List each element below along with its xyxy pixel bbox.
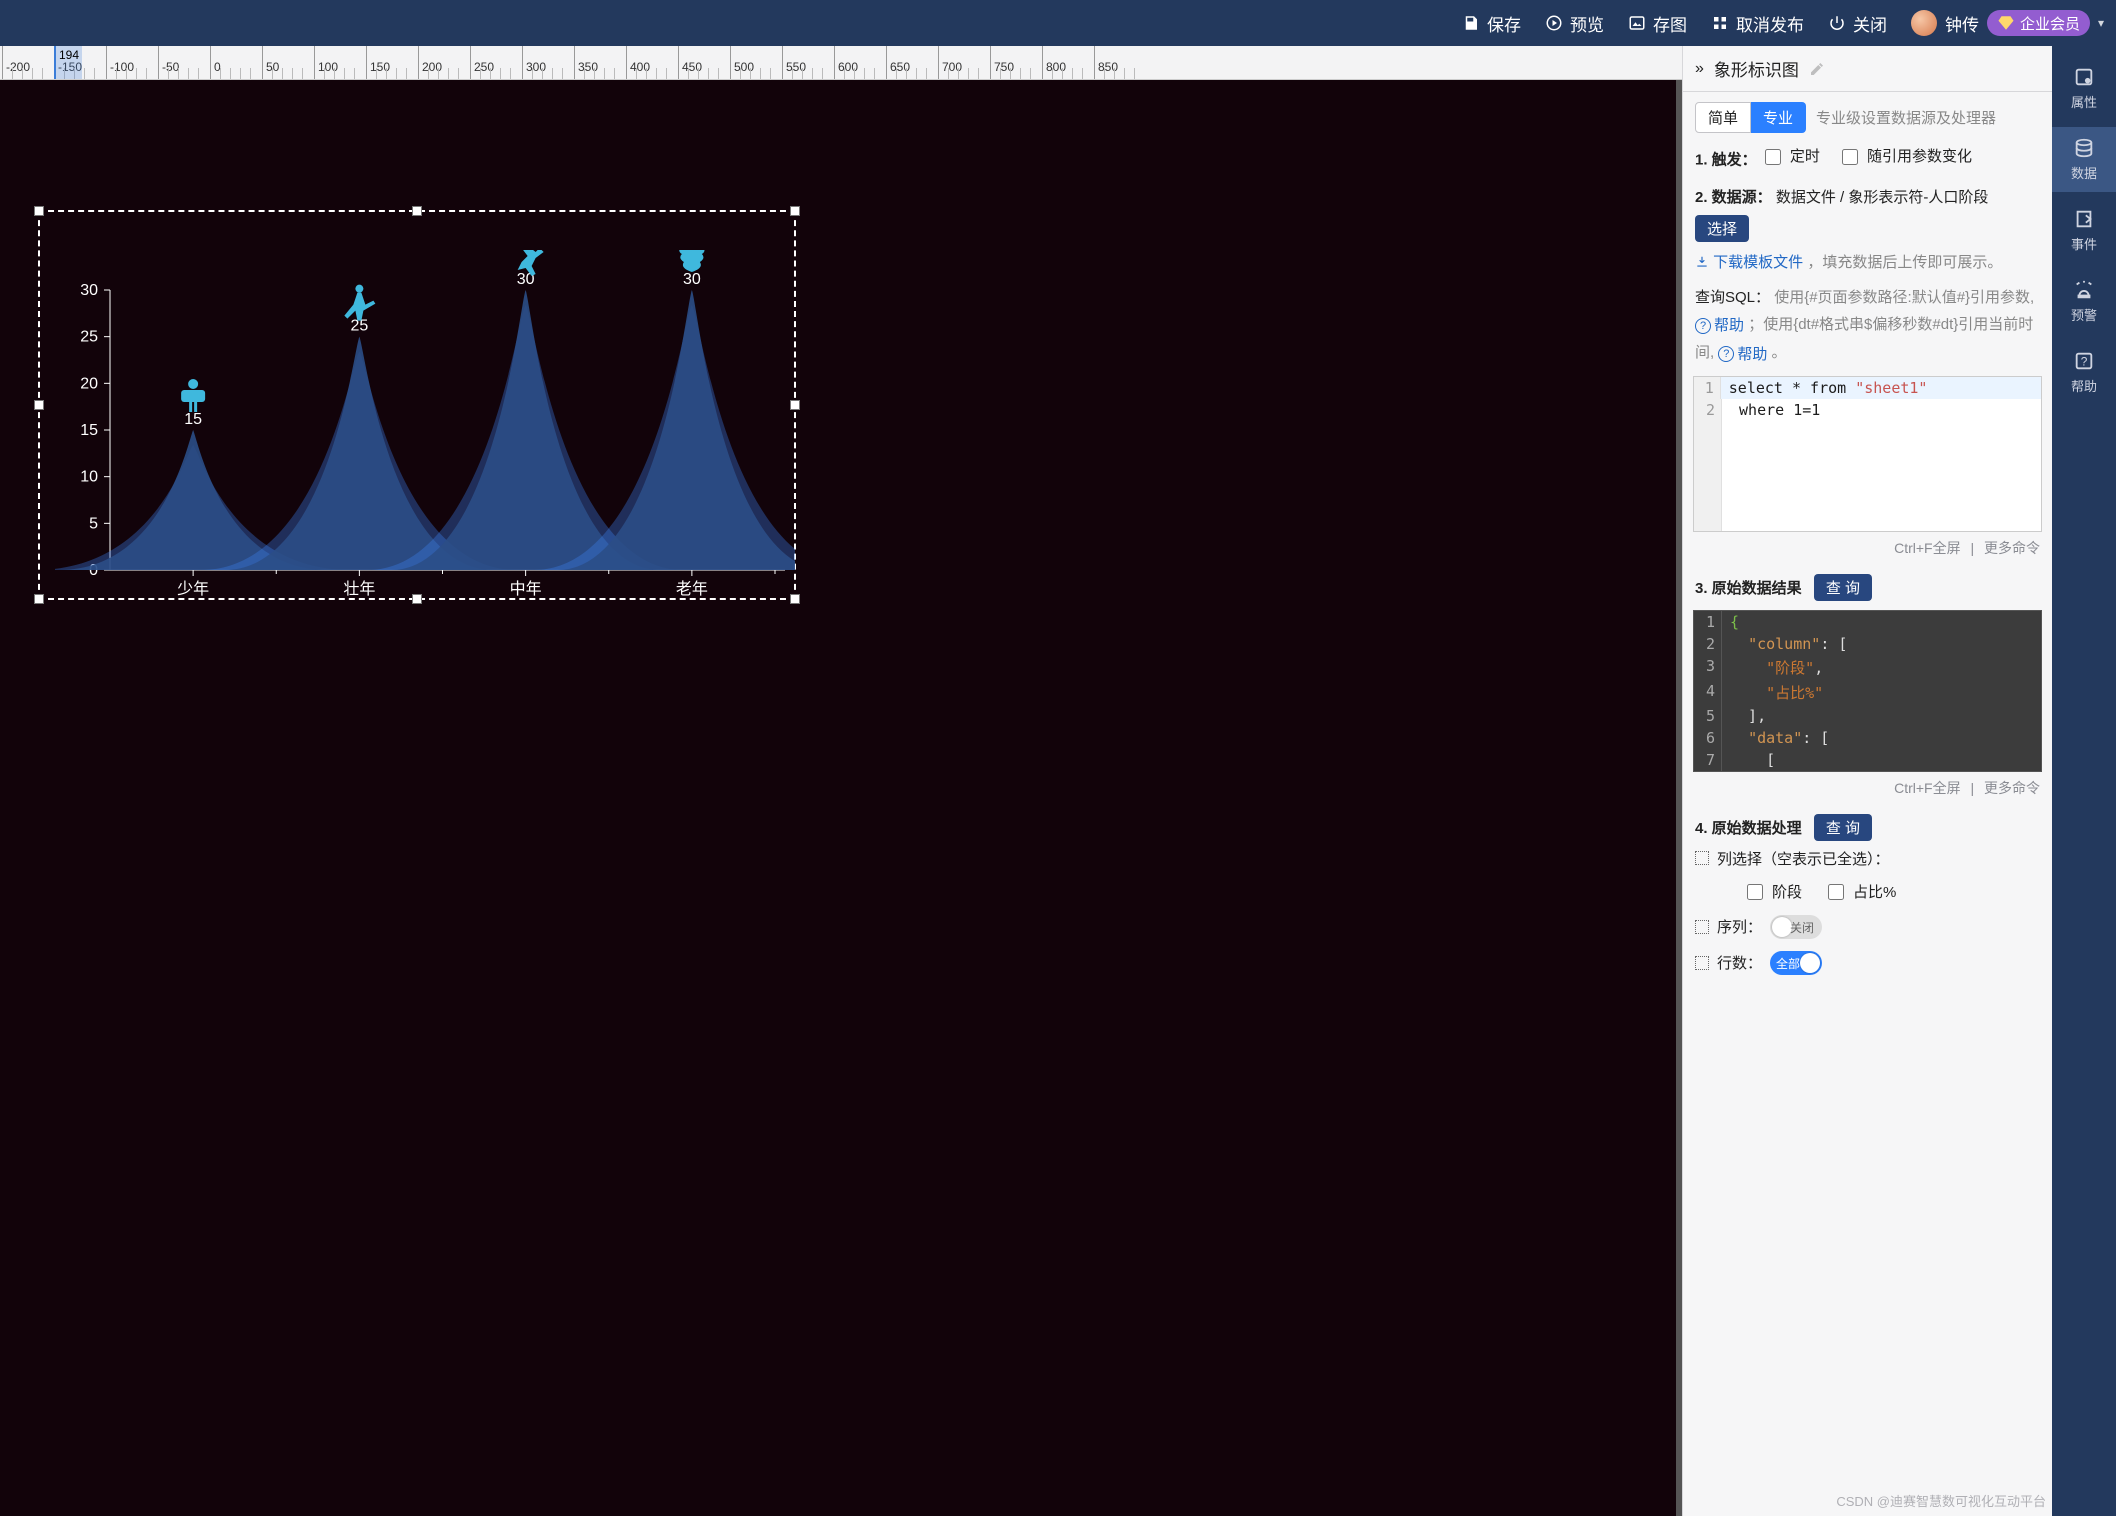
download-template-link[interactable]: 下载模板文件 — [1695, 254, 1807, 271]
side-rail: 属性 数据 事件 预警 ? 帮助 — [2052, 46, 2116, 1516]
preview-icon — [1545, 14, 1563, 32]
svg-text:5: 5 — [89, 515, 98, 532]
fullscreen-hint[interactable]: Ctrl+F全屏 — [1894, 540, 1961, 556]
trigger-param-checkbox[interactable]: 随引用参数变化 — [1838, 143, 1972, 170]
svg-text:15: 15 — [80, 422, 98, 439]
top-toolbar: 保存 预览 存图 取消发布 关闭 钟传 企业会员 ▾ — [0, 0, 2116, 46]
resize-handle-w[interactable] — [34, 400, 44, 410]
section-result: 3. 原始数据结果 查 询 — [1683, 564, 2052, 602]
svg-text:中年: 中年 — [510, 580, 542, 598]
save-label: 保存 — [1487, 11, 1521, 36]
rail-alarm[interactable]: 预警 — [2052, 269, 2116, 334]
preview-label: 预览 — [1570, 11, 1604, 36]
column-select-row: 列选择（空表示已全选）： — [1683, 842, 2052, 875]
resize-handle-ne[interactable] — [790, 206, 800, 216]
grid-icon — [1711, 14, 1729, 32]
unpublish-button[interactable]: 取消发布 — [1711, 11, 1804, 36]
rail-attr[interactable]: 属性 — [2052, 56, 2116, 121]
image-icon — [1628, 14, 1646, 32]
save-button[interactable]: 保存 — [1462, 11, 1521, 36]
user-menu[interactable]: 钟传 企业会员 ▾ — [1911, 10, 2104, 36]
diamond-icon — [1997, 14, 2015, 32]
sql-help-2[interactable]: ?帮助 — [1718, 341, 1767, 368]
sql-editor-actions: Ctrl+F全屏 | 更多命令 — [1683, 532, 2052, 564]
seq-icon — [1695, 920, 1709, 934]
section-process: 4. 原始数据处理 查 询 — [1683, 804, 2052, 842]
username: 钟传 — [1945, 11, 1979, 36]
col-ratio-checkbox[interactable]: 占比% — [1824, 881, 1896, 903]
property-panel: » 象形标识图 简单 专业 专业级设置数据源及处理器 1. 触发： 定时 随引用… — [1682, 46, 2052, 1516]
resize-handle-n[interactable] — [412, 206, 422, 216]
rowcount-toggle[interactable]: 全部 — [1770, 951, 1822, 975]
tab-simple[interactable]: 简单 — [1695, 102, 1751, 133]
svg-text:15: 15 — [184, 411, 202, 428]
event-icon — [2073, 208, 2095, 230]
alarm-icon — [2073, 279, 2095, 301]
svg-text:?: ? — [2081, 355, 2088, 369]
ruler-marker: 194 — [54, 46, 82, 79]
datasource-path: 数据文件 / 象形表示符-人口阶段 — [1776, 189, 1989, 206]
save-image-button[interactable]: 存图 — [1628, 11, 1687, 36]
pictograph-chart: 05101520253015少年25壮年30中年30老年 — [55, 250, 795, 630]
avatar — [1911, 10, 1937, 36]
columns-icon — [1695, 851, 1709, 865]
sql-editor[interactable]: 1select * from "sheet1"2 where 1=1 — [1693, 376, 2042, 532]
sequence-toggle[interactable]: 关闭 — [1770, 915, 1822, 939]
workspace: -200-150-100-500501001502002503003504004… — [0, 46, 2052, 1516]
section-trigger: 1. 触发： 定时 随引用参数变化 — [1683, 133, 2052, 174]
col-phase-checkbox[interactable]: 阶段 — [1743, 881, 1802, 903]
design-canvas[interactable]: 05101520253015少年25壮年30中年30老年 — [0, 80, 1682, 1516]
save-icon — [1462, 14, 1480, 32]
watermark: CSDN @迪赛智慧数可视化互动平台 — [1836, 1491, 2046, 1510]
close-button[interactable]: 关闭 — [1828, 11, 1887, 36]
edit-icon[interactable] — [1809, 61, 1825, 77]
svg-text:少年: 少年 — [177, 580, 209, 598]
svg-text:25: 25 — [80, 329, 98, 346]
download-icon — [1695, 255, 1709, 269]
sql-help-1[interactable]: ?帮助 — [1695, 312, 1744, 339]
sequence-row: 序列： 关闭 — [1683, 909, 2052, 945]
rail-event[interactable]: 事件 — [2052, 198, 2116, 263]
rail-help[interactable]: ? 帮助 — [2052, 340, 2116, 405]
preview-button[interactable]: 预览 — [1545, 11, 1604, 36]
chevron-down-icon: ▾ — [2098, 16, 2104, 30]
data-icon — [2073, 137, 2095, 159]
unpublish-label: 取消发布 — [1736, 11, 1804, 36]
panel-title: 象形标识图 — [1714, 56, 1799, 81]
rows-icon — [1695, 956, 1709, 970]
choose-datasource-button[interactable]: 选择 — [1695, 215, 1749, 242]
panel-header: » 象形标识图 — [1683, 46, 2052, 92]
member-badge: 企业会员 — [1987, 10, 2090, 36]
rowcount-row: 行数： 全部 — [1683, 945, 2052, 981]
power-icon — [1828, 14, 1846, 32]
mode-hint: 专业级设置数据源及处理器 — [1816, 107, 1996, 128]
query-result-button[interactable]: 查 询 — [1814, 574, 1872, 601]
rail-data[interactable]: 数据 — [2052, 127, 2116, 192]
horizontal-ruler[interactable]: -200-150-100-500501001502002503003504004… — [0, 46, 1682, 80]
result-viewer[interactable]: 1{2 "column": [3 "阶段",4 "占比%"5 ],6 "data… — [1693, 610, 2042, 772]
svg-text:老年: 老年 — [676, 580, 708, 598]
trigger-timer-checkbox[interactable]: 定时 — [1761, 143, 1820, 170]
svg-text:10: 10 — [80, 469, 98, 486]
close-label: 关闭 — [1853, 11, 1887, 36]
resize-handle-sw[interactable] — [34, 594, 44, 604]
svg-text:20: 20 — [80, 375, 98, 392]
svg-text:壮年: 壮年 — [343, 580, 375, 598]
section-datasource: 2. 数据源： 数据文件 / 象形表示符-人口阶段 选择 下载模板文件 ，填充数… — [1683, 174, 2052, 368]
more-commands-link[interactable]: 更多命令 — [1984, 540, 2040, 556]
tab-pro[interactable]: 专业 — [1751, 102, 1806, 133]
collapse-icon[interactable]: » — [1695, 60, 1704, 78]
attr-icon — [2073, 66, 2095, 88]
svg-text:30: 30 — [683, 271, 701, 288]
result-actions: Ctrl+F全屏 | 更多命令 — [1683, 772, 2052, 804]
save-image-label: 存图 — [1653, 11, 1687, 36]
help-icon: ? — [2073, 350, 2095, 372]
mode-tabs: 简单 专业 专业级设置数据源及处理器 — [1683, 92, 2052, 133]
resize-handle-nw[interactable] — [34, 206, 44, 216]
svg-text:30: 30 — [80, 282, 98, 299]
query-process-button[interactable]: 查 询 — [1814, 814, 1872, 841]
